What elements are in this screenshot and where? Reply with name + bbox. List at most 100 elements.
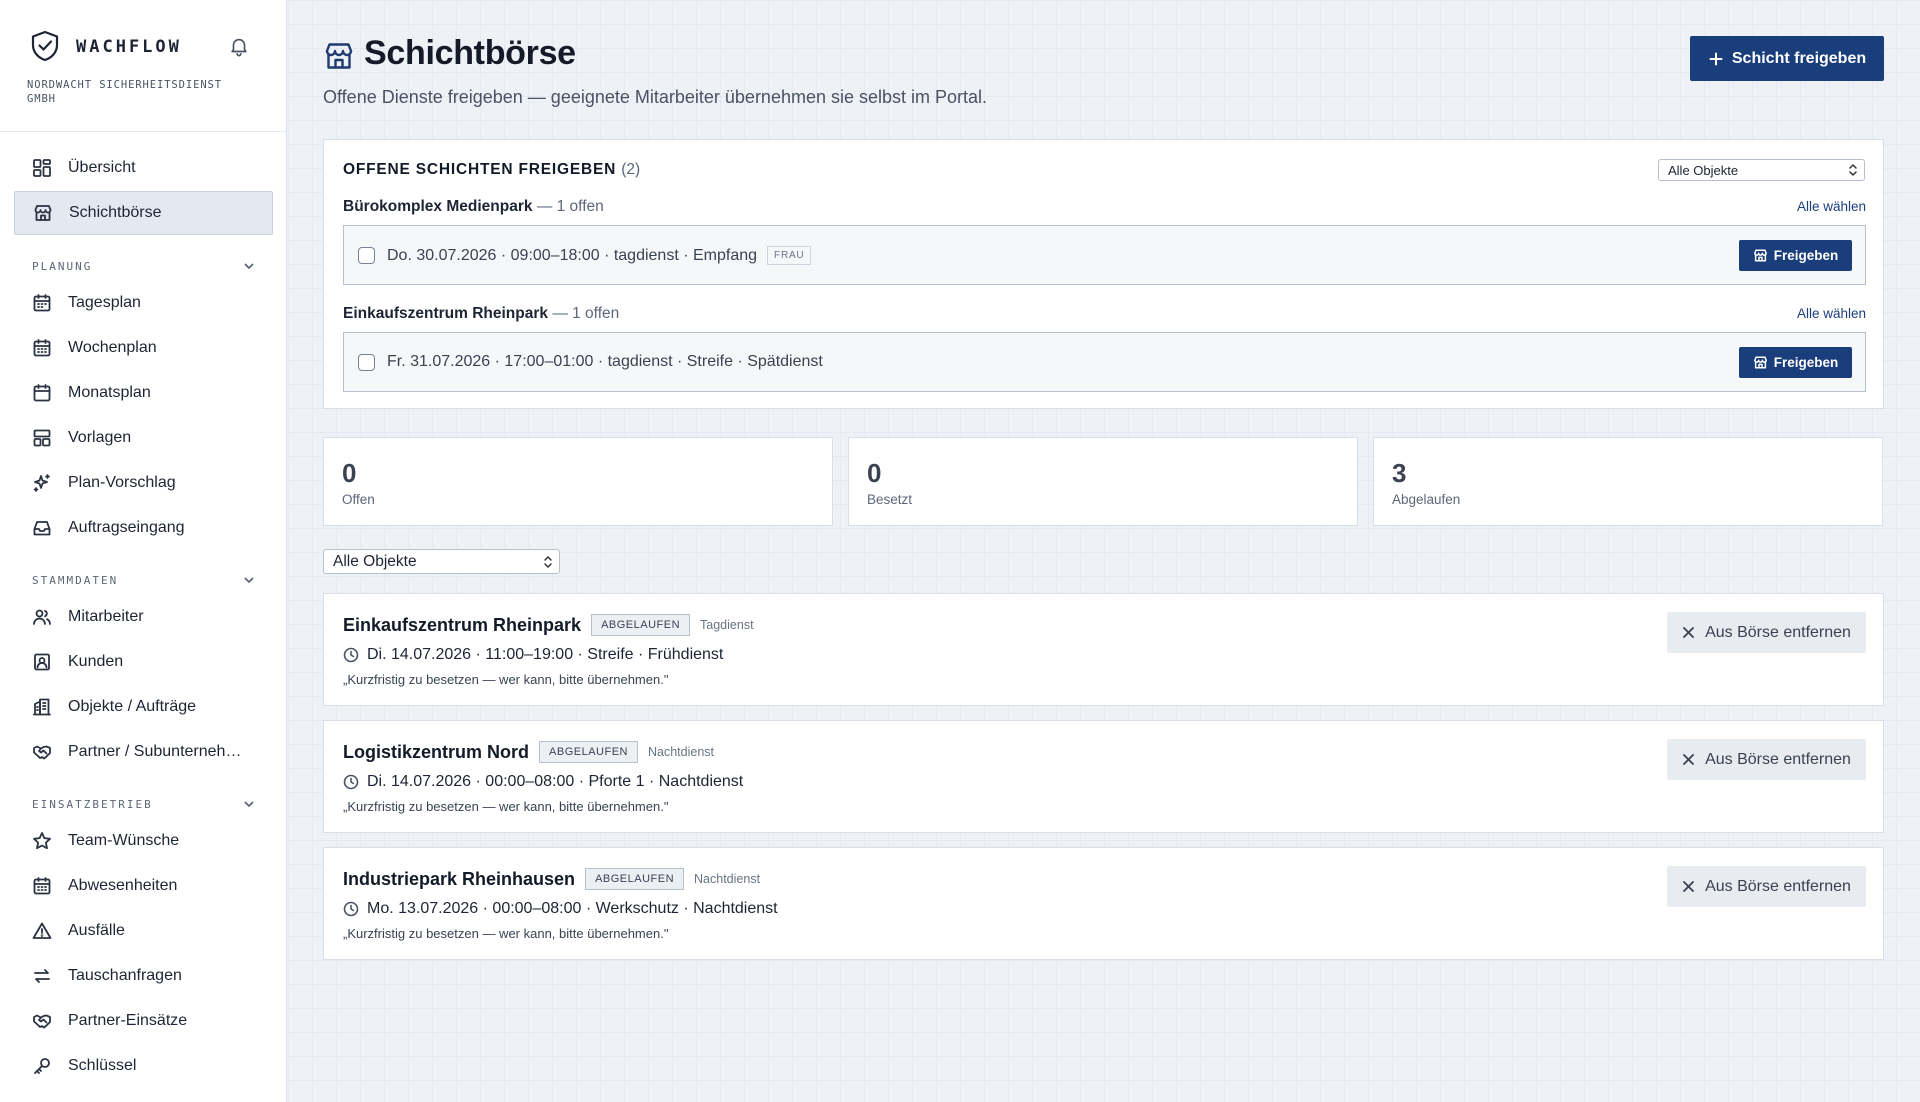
sidebar-item-label: Vorlagen <box>68 429 132 446</box>
remove-button-label: Aus Börse entfernen <box>1705 877 1851 895</box>
listing-details: Di. 14.07.2026 · 00:00–08:00 · Pforte 1 … <box>367 773 744 790</box>
sidebar-item-partner-subunternehmer[interactable]: Partner / Subunterneh… <box>14 730 273 774</box>
sidebar-item-label: Plan-Vorschlag <box>68 474 176 491</box>
shift-checkbox[interactable] <box>358 354 375 371</box>
stat-value: 0 <box>867 458 882 488</box>
listing-details-row: Di. 14.07.2026 · 11:00–19:00 · Streife ·… <box>343 646 723 664</box>
release-button[interactable]: Freigeben <box>1739 347 1852 378</box>
release-shift-button-label: Schicht freigeben <box>1731 49 1867 67</box>
section-einsatzbetrieb-toggle[interactable]: EINSATZBETRIEB <box>32 794 256 814</box>
sidebar-item-ausfaelle[interactable]: Ausfälle <box>14 909 273 953</box>
listing-object-name: Industriepark Rheinhausen <box>343 868 576 889</box>
sidebar-item-tagesplan[interactable]: Tagesplan <box>14 281 273 325</box>
sidebar-item-label: Partner-Einsätze <box>68 1012 188 1029</box>
page-title: Schichtbörse <box>364 34 576 72</box>
group-meta: — 1 offen <box>536 198 604 215</box>
close-icon <box>1682 880 1695 893</box>
listing-note: „Kurzfristig zu besetzen — wer kann, bit… <box>343 672 669 687</box>
sidebar-item-label: Monatsplan <box>68 384 151 401</box>
release-button-label: Freigeben <box>1773 355 1839 370</box>
sidebar-item-tauschanfragen[interactable]: Tauschanfragen <box>14 954 273 998</box>
sidebar: WACHFLOW NORDWACHT SICHERHEITSDIENST GMB… <box>0 0 287 1102</box>
handshake-icon <box>32 742 52 762</box>
remove-button-label: Aus Börse entfernen <box>1705 623 1851 641</box>
shift-details: Fr. 31.07.2026 · 17:00–01:00 · tagdienst… <box>387 353 823 371</box>
sidebar-item-mitarbeiter[interactable]: Mitarbeiter <box>14 595 273 639</box>
store-icon <box>1753 248 1768 263</box>
sidebar-item-schichtboerse[interactable]: Schichtbörse <box>14 191 273 235</box>
release-shift-button[interactable]: Schicht freigeben <box>1690 36 1884 81</box>
company-name: NORDWACHT SICHERHEITSDIENST GMBH <box>27 79 222 105</box>
shift-type: Tagdienst <box>700 618 754 632</box>
calendar-icon <box>32 383 52 403</box>
shift-type: Nachtdienst <box>647 745 714 759</box>
section-title: STAMMDATEN <box>32 573 119 587</box>
section-title: EINSATZBETRIEB <box>32 797 153 811</box>
listing-details: Mo. 13.07.2026 · 00:00–08:00 · Werkschut… <box>367 900 778 917</box>
chevron-down-icon <box>242 797 256 811</box>
sidebar-item-monatsplan[interactable]: Monatsplan <box>14 371 273 415</box>
sidebar-item-auftragseingang[interactable]: Auftragseingang <box>14 506 273 550</box>
listing-note: „Kurzfristig zu besetzen — wer kann, bit… <box>343 799 669 814</box>
sidebar-item-label: Schichtbörse <box>69 204 162 221</box>
sidebar-item-label: Tauschanfragen <box>68 967 182 984</box>
listing-title-row: Industriepark Rheinhausen ABGELAUFEN Nac… <box>343 868 760 890</box>
store-icon <box>1753 355 1768 370</box>
users-icon <box>32 607 52 627</box>
shift-row: Do. 30.07.2026 · 09:00–18:00 · tagdienst… <box>343 225 1866 285</box>
clock-icon <box>343 647 359 663</box>
listing-title-row: Einkaufszentrum Rheinpark ABGELAUFEN Tag… <box>343 614 754 636</box>
sidebar-item-label: Objekte / Aufträge <box>68 698 197 715</box>
stat-value: 3 <box>1392 458 1407 488</box>
shift-row: Fr. 31.07.2026 · 17:00–01:00 · tagdienst… <box>343 332 1866 392</box>
bell-icon[interactable] <box>228 35 250 57</box>
release-button[interactable]: Freigeben <box>1739 240 1852 271</box>
shift-tag: FRAU <box>767 246 812 265</box>
stat-label: Besetzt <box>867 492 913 507</box>
status-badge: ABGELAUFEN <box>591 614 691 636</box>
swap-icon <box>32 966 52 986</box>
stat-label: Abgelaufen <box>1392 492 1461 507</box>
stat-label: Offen <box>342 492 375 507</box>
object-filter-select[interactable]: Alle Objekte <box>1658 159 1865 181</box>
page-subtitle: Offene Dienste freigeben — geeignete Mit… <box>323 87 988 107</box>
select-arrows-icon <box>1848 163 1858 177</box>
shift-text: Do. 30.07.2026 · 09:00–18:00 · tagdienst… <box>387 247 758 264</box>
remove-from-exchange-button[interactable]: Aus Börse entfernen <box>1667 739 1866 780</box>
panel-title-text: OFFENE SCHICHTEN FREIGEBEN <box>343 161 617 178</box>
shield-logo-icon <box>30 30 60 62</box>
remove-from-exchange-button[interactable]: Aus Börse entfernen <box>1667 612 1866 653</box>
sidebar-item-label: Übersicht <box>68 159 136 176</box>
sidebar-item-schluessel[interactable]: Schlüssel <box>14 1044 273 1088</box>
remove-button-label: Aus Börse entfernen <box>1705 750 1851 768</box>
sidebar-item-label: Wochenplan <box>68 339 157 356</box>
shift-checkbox[interactable] <box>358 247 375 264</box>
sidebar-item-vorlagen[interactable]: Vorlagen <box>14 416 273 460</box>
sidebar-item-wochenplan[interactable]: Wochenplan <box>14 326 273 370</box>
select-all-link[interactable]: Alle wählen <box>1794 306 1866 321</box>
select-all-link[interactable]: Alle wählen <box>1794 199 1866 214</box>
sidebar-item-partner-einsaetze[interactable]: Partner-Einsätze <box>14 999 273 1043</box>
store-icon <box>33 203 53 223</box>
section-stammdaten-toggle[interactable]: STAMMDATEN <box>32 570 256 590</box>
section-planung-toggle[interactable]: PLANUNG <box>32 256 256 276</box>
sparkles-icon <box>32 473 52 493</box>
plus-icon <box>1708 51 1724 67</box>
calendar-week-icon <box>32 338 52 358</box>
listing-details: Di. 14.07.2026 · 11:00–19:00 · Streife ·… <box>367 646 724 663</box>
store-icon <box>323 40 355 72</box>
listing-card: Logistikzentrum Nord ABGELAUFEN Nachtdie… <box>323 720 1884 833</box>
sidebar-item-objekte-auftraege[interactable]: Objekte / Aufträge <box>14 685 273 729</box>
sidebar-item-uebersicht[interactable]: Übersicht <box>14 146 273 190</box>
close-icon <box>1682 626 1695 639</box>
sidebar-item-kunden[interactable]: Kunden <box>14 640 273 684</box>
handshake-icon <box>32 1011 52 1031</box>
remove-from-exchange-button[interactable]: Aus Börse entfernen <box>1667 866 1866 907</box>
sidebar-item-label: Auftragseingang <box>68 519 185 536</box>
sidebar-item-abwesenheiten[interactable]: Abwesenheiten <box>14 864 273 908</box>
listing-title-row: Logistikzentrum Nord ABGELAUFEN Nachtdie… <box>343 741 714 763</box>
brand-header: WACHFLOW NORDWACHT SICHERHEITSDIENST GMB… <box>0 0 286 132</box>
sidebar-item-team-wuensche[interactable]: Team-Wünsche <box>14 819 273 863</box>
sidebar-item-plan-vorschlag[interactable]: Plan-Vorschlag <box>14 461 273 505</box>
listing-object-filter-select[interactable]: Alle Objekte <box>323 549 560 574</box>
